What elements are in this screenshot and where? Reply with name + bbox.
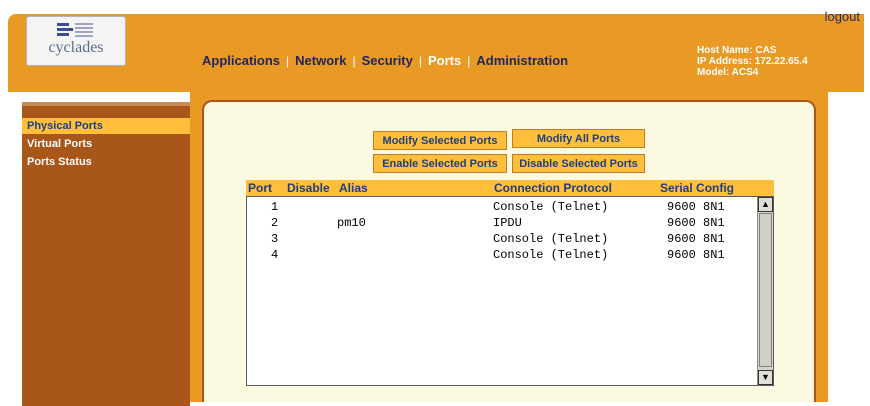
host-info: Host Name: CAS IP Address: 172.22.65.4 M… xyxy=(697,45,808,78)
port-serial: 9600 8N1 xyxy=(667,248,725,262)
enable-selected-ports-button[interactable]: Enable Selected Ports xyxy=(373,154,507,173)
col-connection-protocol: Connection Protocol xyxy=(494,181,612,195)
table-row[interactable]: 3 Console (Telnet) 9600 8N1 xyxy=(247,231,757,247)
app-frame: cyclades logout Applications | Network | Sec… xyxy=(0,0,870,406)
col-disable: Disable xyxy=(287,181,330,195)
model-name: Model: ACS4 xyxy=(697,67,759,78)
scroll-up-icon[interactable]: ▲ xyxy=(758,197,773,212)
col-serial-config: Serial Config xyxy=(660,181,735,195)
logo-text: cyclades xyxy=(48,39,104,56)
port-alias: pm10 xyxy=(337,216,366,230)
menu-separator: | xyxy=(418,54,422,68)
menu-separator: | xyxy=(467,54,471,68)
port-protocol: IPDU xyxy=(493,216,522,230)
col-alias: Alias xyxy=(339,181,368,195)
port-number: 1 xyxy=(271,200,279,214)
ports-listbox[interactable]: 1 Console (Telnet) 9600 8N1 2 pm10 IPDU … xyxy=(246,196,774,386)
cyclades-logo: cyclades xyxy=(26,16,126,66)
table-row[interactable]: 1 Console (Telnet) 9600 8N1 xyxy=(247,199,757,215)
logo-mark-icon xyxy=(57,23,93,37)
host-name: Host Name: CAS xyxy=(697,45,777,56)
scroll-thumb[interactable] xyxy=(759,213,772,367)
port-protocol: Console (Telnet) xyxy=(493,232,609,246)
modify-selected-ports-button[interactable]: Modify Selected Ports xyxy=(373,131,507,150)
port-serial: 9600 8N1 xyxy=(667,216,725,230)
ip-address: IP Address: 172.22.65.4 xyxy=(697,56,808,67)
menu-network[interactable]: Network xyxy=(295,53,346,68)
disable-selected-ports-button[interactable]: Disable Selected Ports xyxy=(512,154,645,173)
port-serial: 9600 8N1 xyxy=(667,232,725,246)
port-protocol: Console (Telnet) xyxy=(493,200,609,214)
menu-separator: | xyxy=(352,54,356,68)
main-menu: Applications | Network | Security | Ports | Admi… xyxy=(202,53,568,68)
modify-all-ports-button[interactable]: Modify All Ports xyxy=(512,129,645,148)
sidebar-item-virtual-ports[interactable]: Virtual Ports xyxy=(22,136,190,152)
port-number: 4 xyxy=(271,248,279,262)
table-row[interactable]: 2 pm10 IPDU 9600 8N1 xyxy=(247,215,757,231)
table-row[interactable]: 4 Console (Telnet) 9600 8N1 xyxy=(247,247,757,263)
menu-applications[interactable]: Applications xyxy=(202,53,280,68)
port-number: 3 xyxy=(271,232,279,246)
listbox-scrollbar[interactable]: ▲ ▼ xyxy=(757,197,773,385)
port-serial: 9600 8N1 xyxy=(667,200,725,214)
port-protocol: Console (Telnet) xyxy=(493,248,609,262)
ports-table-header: Port Disable Alias Connection Protocol S… xyxy=(246,180,774,196)
menu-administration[interactable]: Administration xyxy=(476,53,568,68)
sidebar: Physical Ports Virtual Ports Ports Statu… xyxy=(22,102,190,406)
menu-separator: | xyxy=(286,54,290,68)
logout-link[interactable]: logout xyxy=(825,9,860,24)
col-port: Port xyxy=(248,181,272,195)
sidebar-item-physical-ports[interactable]: Physical Ports xyxy=(22,118,190,134)
scroll-down-icon[interactable]: ▼ xyxy=(758,370,773,385)
port-number: 2 xyxy=(271,216,279,230)
menu-security[interactable]: Security xyxy=(362,53,413,68)
sidebar-item-ports-status[interactable]: Ports Status xyxy=(22,154,190,170)
menu-ports[interactable]: Ports xyxy=(428,53,461,68)
